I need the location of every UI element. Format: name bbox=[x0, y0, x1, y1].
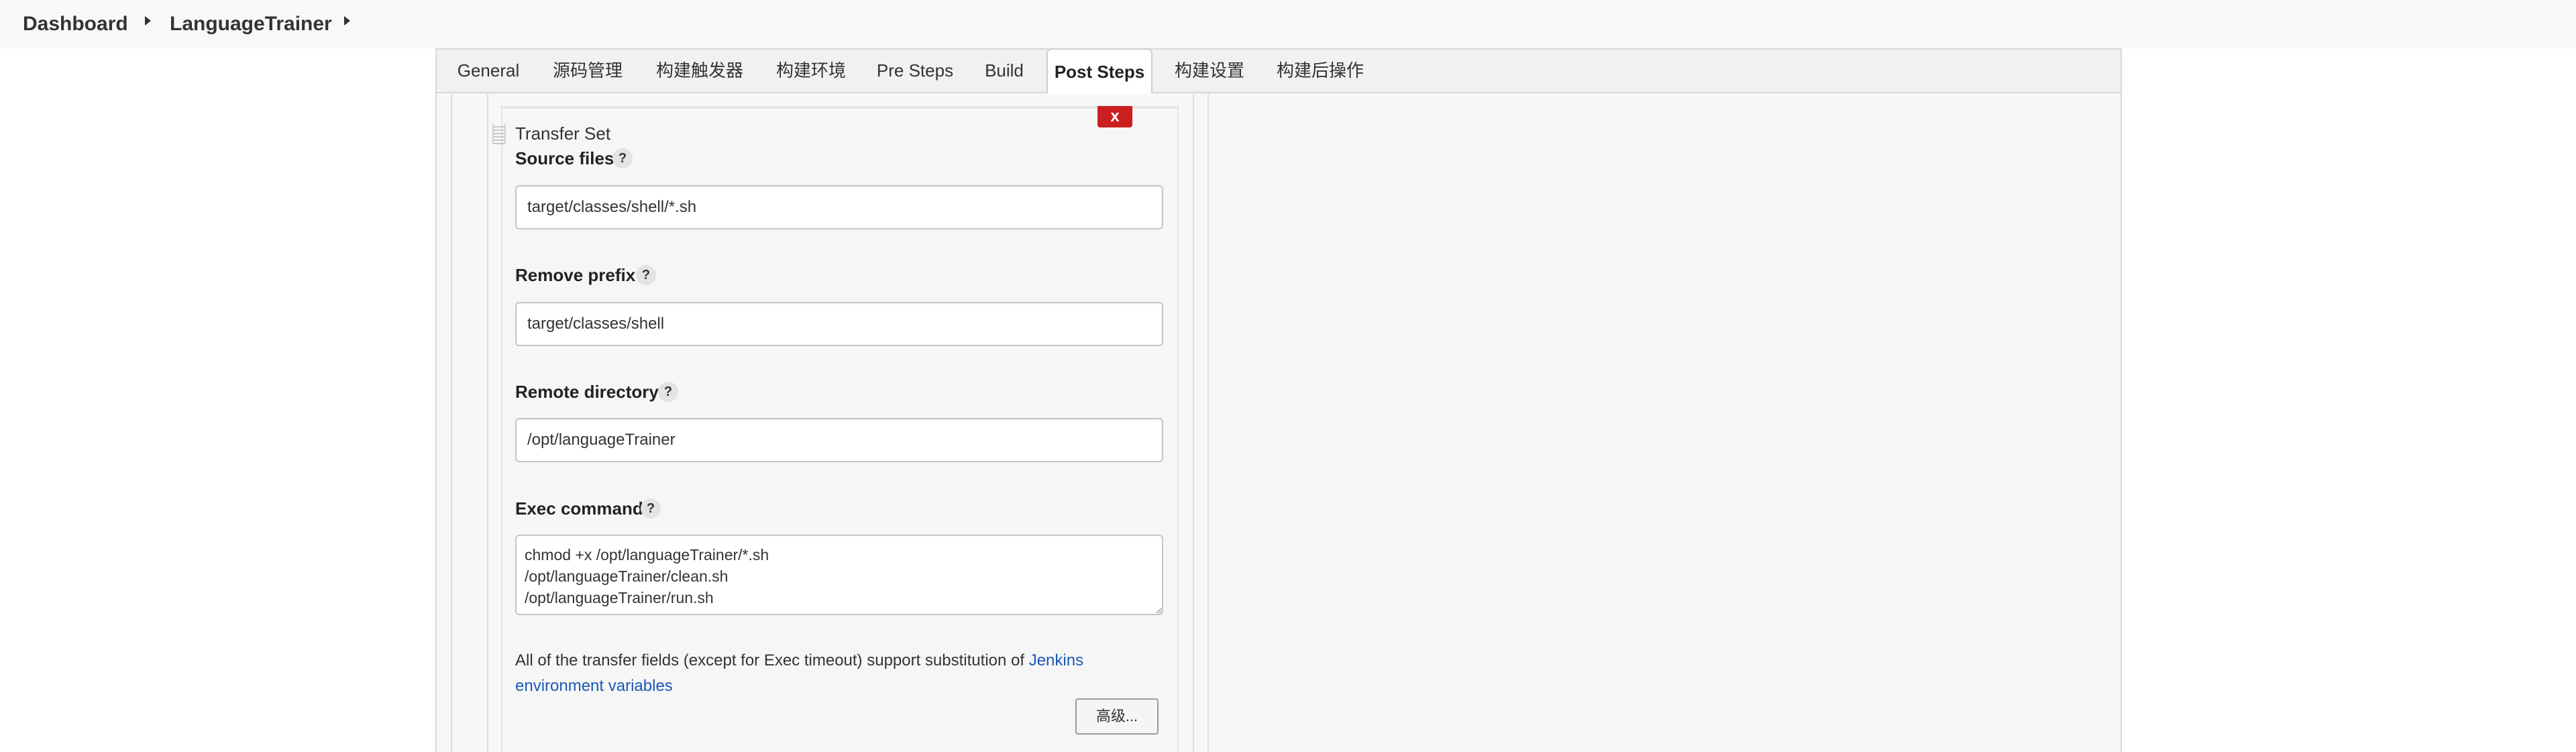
help-icon[interactable]: ? bbox=[658, 382, 678, 402]
exec-command-textarea[interactable]: chmod +x /opt/languageTrainer/*.sh /opt/… bbox=[515, 535, 1163, 615]
advanced-button[interactable]: 高级... bbox=[1075, 698, 1159, 735]
nesting-guide bbox=[1208, 94, 1209, 752]
remote-directory-label: Remote directory bbox=[515, 382, 659, 402]
nesting-guide bbox=[451, 94, 452, 752]
chevron-right-icon[interactable] bbox=[344, 16, 350, 25]
remote-directory-input[interactable] bbox=[515, 418, 1163, 462]
delete-transfer-set-button[interactable]: x bbox=[1097, 106, 1132, 127]
tab-build-settings[interactable]: 构建设置 bbox=[1167, 48, 1252, 93]
tab-post-build-actions[interactable]: 构建后操作 bbox=[1271, 48, 1370, 93]
substitution-note: All of the transfer fields (except for E… bbox=[515, 648, 1132, 699]
tab-build[interactable]: Build bbox=[977, 48, 1032, 93]
tab-pre-steps[interactable]: Pre Steps bbox=[872, 48, 958, 93]
tab-post-steps[interactable]: Post Steps bbox=[1046, 48, 1152, 94]
remove-prefix-input[interactable] bbox=[515, 302, 1163, 346]
help-icon[interactable]: ? bbox=[636, 265, 656, 285]
breadcrumb-dashboard[interactable]: Dashboard bbox=[23, 12, 128, 36]
tab-build-triggers[interactable]: 构建触发器 bbox=[651, 48, 749, 93]
source-files-input[interactable] bbox=[515, 185, 1163, 229]
breadcrumb-project[interactable]: LanguageTrainer bbox=[170, 12, 332, 36]
drag-handle-icon[interactable] bbox=[492, 124, 506, 144]
help-icon[interactable]: ? bbox=[612, 148, 633, 168]
remove-prefix-label: Remove prefix bbox=[515, 265, 636, 285]
transfer-set-title: Transfer Set bbox=[515, 123, 611, 144]
note-text: All of the transfer fields (except for E… bbox=[515, 651, 1029, 669]
tab-source-management[interactable]: 源码管理 bbox=[545, 48, 631, 93]
help-icon[interactable]: ? bbox=[641, 498, 661, 519]
tab-general[interactable]: General bbox=[451, 48, 526, 93]
nesting-guide bbox=[1193, 94, 1194, 752]
source-files-label: Source files bbox=[515, 148, 614, 168]
chevron-right-icon[interactable] bbox=[145, 16, 151, 25]
exec-command-label: Exec command bbox=[515, 498, 643, 519]
nesting-guide bbox=[487, 94, 488, 752]
tab-build-environment[interactable]: 构建环境 bbox=[770, 48, 852, 93]
card-top-border bbox=[502, 106, 1177, 109]
breadcrumb: Dashboard LanguageTrainer bbox=[0, 0, 2576, 48]
